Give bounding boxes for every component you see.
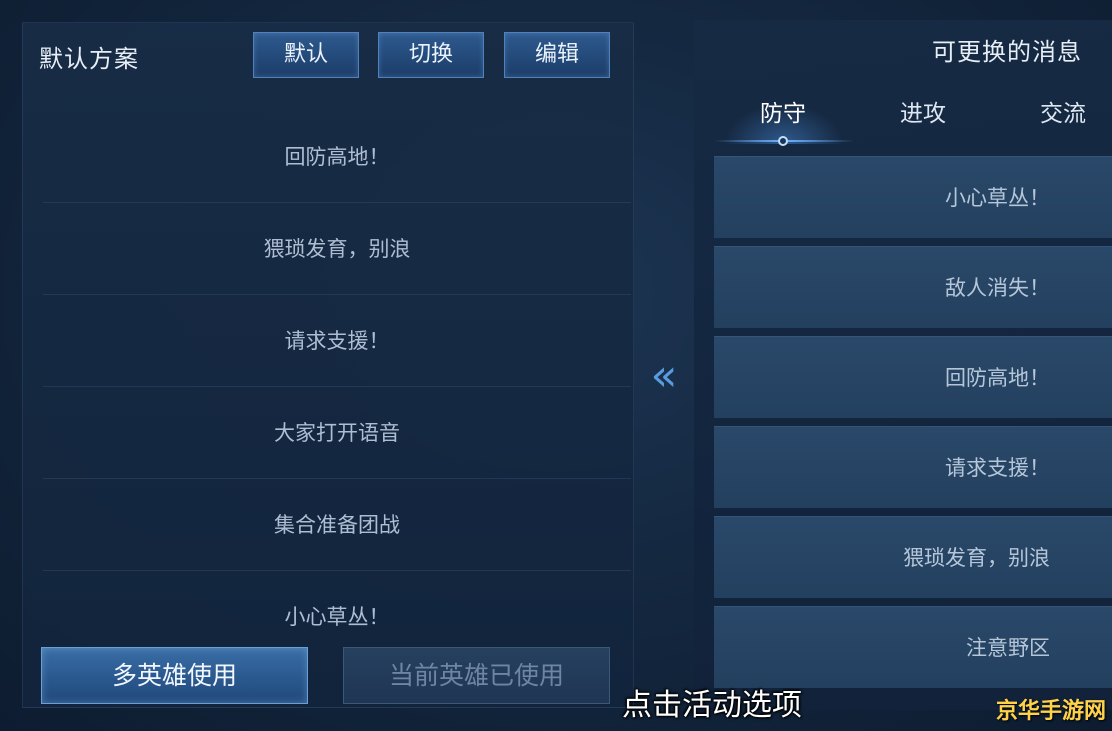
tab-defense[interactable]: 防守 bbox=[760, 94, 806, 128]
replaceable-message-item[interactable]: 敌人消失！ bbox=[714, 246, 1112, 328]
current-hero-used-button[interactable]: 当前英雄已使用 bbox=[343, 647, 610, 704]
default-button[interactable]: 默认 bbox=[253, 32, 359, 78]
scheme-header: 默认方案 默认 切换 编辑 bbox=[23, 23, 633, 89]
scheme-message-item[interactable]: 回防高地！ bbox=[43, 111, 631, 203]
tab-attack[interactable]: 进攻 bbox=[900, 94, 946, 128]
switch-button[interactable]: 切换 bbox=[378, 32, 484, 78]
replaceable-message-item[interactable]: 小心草丛！ bbox=[714, 156, 1112, 238]
edit-button[interactable]: 编辑 bbox=[504, 32, 610, 78]
replaceable-message-list: 小心草丛！ 敌人消失！ 回防高地！ 请求支援！ 猥琐发育，别浪 注意野区 bbox=[714, 156, 1112, 696]
scheme-message-item[interactable]: 请求支援！ bbox=[43, 295, 631, 387]
scheme-message-item[interactable]: 大家打开语音 bbox=[43, 387, 631, 479]
scheme-title: 默认方案 bbox=[39, 45, 139, 73]
replaceable-messages-title: 可更换的消息 bbox=[932, 38, 1082, 66]
replaceable-messages-panel: 可更换的消息 防守 进攻 交流 小心草丛！ 敌人消失！ 回防高地！ 请求支援！ … bbox=[694, 20, 1112, 710]
replaceable-message-item[interactable]: 猥琐发育，别浪 bbox=[714, 516, 1112, 598]
video-caption: 点击活动选项 bbox=[622, 688, 802, 723]
active-tab-indicator bbox=[714, 136, 854, 146]
tab-communication[interactable]: 交流 bbox=[1040, 94, 1086, 128]
multi-hero-use-button[interactable]: 多英雄使用 bbox=[41, 647, 308, 704]
replaceable-message-item[interactable]: 请求支援！ bbox=[714, 426, 1112, 508]
replaceable-message-item[interactable]: 注意野区 bbox=[714, 606, 1112, 688]
scheme-message-item[interactable]: 集合准备团战 bbox=[43, 479, 631, 571]
scheme-message-list: 回防高地！ 猥琐发育，别浪 请求支援！ 大家打开语音 集合准备团战 小心草丛！ bbox=[43, 111, 631, 663]
site-watermark: 京华手游网 bbox=[995, 699, 1106, 724]
indicator-dot-icon bbox=[778, 136, 788, 146]
default-scheme-panel: 默认方案 默认 切换 编辑 回防高地！ 猥琐发育，别浪 请求支援！ 大家打开语音… bbox=[22, 22, 634, 708]
scheme-message-item[interactable]: 猥琐发育，别浪 bbox=[43, 203, 631, 295]
double-chevron-left-icon[interactable]: « bbox=[636, 352, 692, 400]
message-category-tabs: 防守 进攻 交流 bbox=[714, 84, 1112, 146]
replaceable-message-item[interactable]: 回防高地！ bbox=[714, 336, 1112, 418]
